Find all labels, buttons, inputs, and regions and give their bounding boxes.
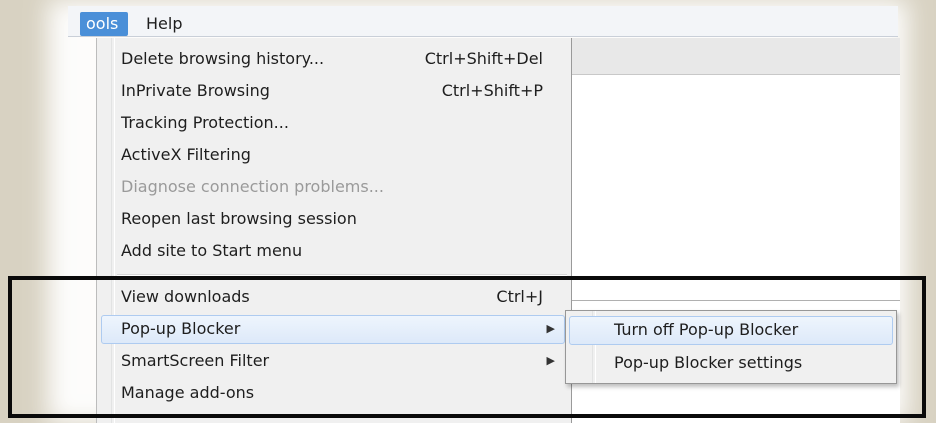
menu-item-add-site-start-menu[interactable]: Add site to Start menu [97, 236, 571, 266]
menu-separator [117, 274, 567, 276]
menu-item-activex-filtering[interactable]: ActiveX Filtering [97, 140, 571, 170]
menu-item-label: Tracking Protection... [121, 113, 289, 132]
menu-item-shortcut: Ctrl+J [496, 287, 543, 306]
popup-blocker-submenu: Turn off Pop-up Blocker Pop-up Blocker s… [565, 310, 897, 384]
menu-item-inprivate-browsing[interactable]: InPrivate Browsing Ctrl+Shift+P [97, 76, 571, 106]
submenu-arrow-icon: ▶ [546, 354, 555, 367]
menu-item-label: ActiveX Filtering [121, 145, 251, 164]
menu-bar: ools Help [68, 6, 898, 37]
menu-item-label: Diagnose connection problems... [121, 177, 384, 196]
menu-item-reopen-last-session[interactable]: Reopen last browsing session [97, 204, 571, 234]
menu-item-popup-blocker[interactable]: Pop-up Blocker ▶ [97, 314, 571, 344]
submenu-item-label: Turn off Pop-up Blocker [614, 320, 799, 339]
submenu-arrow-icon: ▶ [546, 322, 555, 335]
menu-item-label: View downloads [121, 287, 250, 306]
menu-item-shortcut: Ctrl+Shift+P [441, 81, 543, 100]
submenu-item-label: Pop-up Blocker settings [614, 353, 803, 372]
screenshot-frame: ools Help Delete browsing history... Ctr… [0, 0, 936, 423]
menu-help[interactable]: Help [138, 12, 190, 36]
menu-item-diagnose-connection: Diagnose connection problems... [97, 172, 571, 202]
menu-item-shortcut: Ctrl+Shift+Del [424, 49, 543, 68]
page-divider [570, 300, 900, 301]
submenu-item-turn-off-popup-blocker[interactable]: Turn off Pop-up Blocker [566, 314, 896, 346]
submenu-item-popup-blocker-settings[interactable]: Pop-up Blocker settings [566, 347, 896, 379]
menu-item-smartscreen-filter[interactable]: SmartScreen Filter ▶ [97, 346, 571, 376]
menu-item-label: Delete browsing history... [121, 49, 325, 68]
menu-item-view-downloads[interactable]: View downloads Ctrl+J [97, 282, 571, 312]
browser-tab-strip [570, 38, 900, 75]
menu-item-label: Pop-up Blocker [121, 319, 241, 338]
tools-menu: Delete browsing history... Ctrl+Shift+De… [96, 38, 572, 423]
menu-item-label: InPrivate Browsing [121, 81, 270, 100]
menu-tools[interactable]: ools [80, 12, 129, 36]
menu-item-label: SmartScreen Filter [121, 351, 270, 370]
menu-item-label: Reopen last browsing session [121, 209, 357, 228]
menu-item-label: Manage add-ons [121, 383, 255, 402]
menu-item-label: Add site to Start menu [121, 241, 303, 260]
menu-item-tracking-protection[interactable]: Tracking Protection... [97, 108, 571, 138]
menu-item-delete-browsing-history[interactable]: Delete browsing history... Ctrl+Shift+De… [97, 44, 571, 74]
menu-item-manage-add-ons[interactable]: Manage add-ons [97, 378, 571, 408]
